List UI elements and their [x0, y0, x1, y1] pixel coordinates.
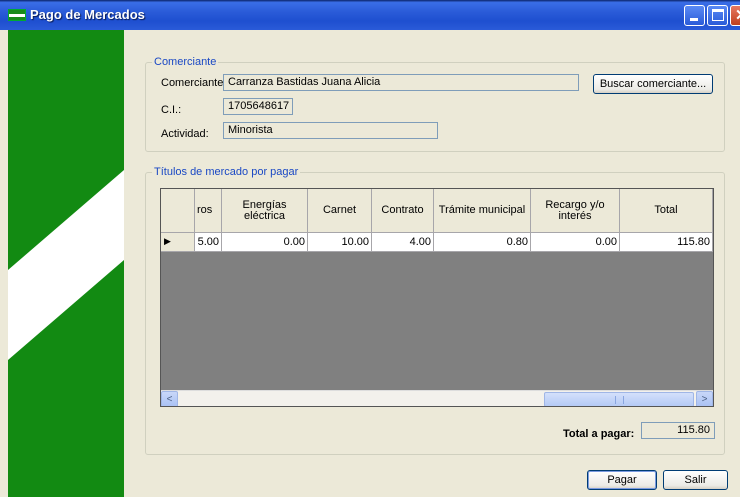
table-cell[interactable]: 4.00 [372, 233, 434, 252]
ci-field: 1705648617 [223, 98, 293, 115]
table-cell[interactable]: 115.80 [620, 233, 713, 252]
comerciante-name-field: Carranza Bastidas Juana Alicia [223, 74, 579, 91]
column-header[interactable]: Energías eléctrica [222, 189, 308, 233]
table-cell[interactable]: 10.00 [308, 233, 372, 252]
column-header[interactable]: Carnet [308, 189, 372, 233]
grid-header: ros Energías eléctrica Carnet Contrato T… [161, 189, 713, 233]
table-cell[interactable]: 0.00 [531, 233, 620, 252]
column-header[interactable]: Contrato [372, 189, 434, 233]
scroll-left-button[interactable]: < [161, 391, 178, 406]
actividad-field: Minorista [223, 122, 438, 139]
total-a-pagar-field: 115.80 [641, 422, 715, 439]
horizontal-scrollbar[interactable]: < > [161, 390, 713, 406]
title-bar[interactable]: Pago de Mercados ✕ [0, 0, 740, 30]
grid-corner [161, 189, 195, 233]
table-cell[interactable]: 0.80 [434, 233, 531, 252]
table-cell[interactable]: 5.00 [195, 233, 222, 252]
titulos-data-grid[interactable]: ros Energías eléctrica Carnet Contrato T… [160, 188, 714, 407]
scrollbar-thumb[interactable] [544, 392, 694, 406]
table-cell[interactable]: 0.00 [222, 233, 308, 252]
close-button[interactable]: ✕ [730, 5, 740, 26]
comerciante-label: Comerciante: [161, 77, 227, 89]
column-header[interactable]: ros [195, 189, 222, 233]
ci-label: C.I.: [161, 104, 182, 116]
comerciante-group-title: Comerciante [152, 56, 219, 68]
minimize-icon [690, 18, 698, 21]
flag-app-icon [8, 9, 26, 21]
column-header[interactable]: Total [620, 189, 713, 233]
scroll-right-button[interactable]: > [696, 391, 713, 406]
main-window: Pago de Mercados ✕ Comerciante Comercian… [0, 0, 740, 497]
buscar-comerciante-button[interactable]: Buscar comerciante... [593, 74, 713, 94]
maximize-button[interactable] [707, 5, 728, 26]
window-title: Pago de Mercados [30, 7, 145, 22]
flag-banner-image [8, 30, 124, 497]
minimize-button[interactable] [684, 5, 705, 26]
salir-button[interactable]: Salir [663, 470, 728, 490]
actividad-label: Actividad: [161, 128, 209, 140]
pagar-button[interactable]: Pagar [587, 470, 657, 490]
scrollbar-grip-icon [615, 396, 624, 404]
close-icon: ✕ [735, 6, 740, 24]
column-header[interactable]: Trámite municipal [434, 189, 531, 233]
table-row[interactable]: 5.00 0.00 10.00 4.00 0.80 0.00 115.80 [161, 233, 713, 252]
titulos-group-title: Títulos de mercado por pagar [152, 166, 301, 178]
maximize-icon [712, 9, 724, 21]
column-header[interactable]: Recargo y/o interés [531, 189, 620, 233]
total-a-pagar-label: Total a pagar: [563, 428, 635, 440]
